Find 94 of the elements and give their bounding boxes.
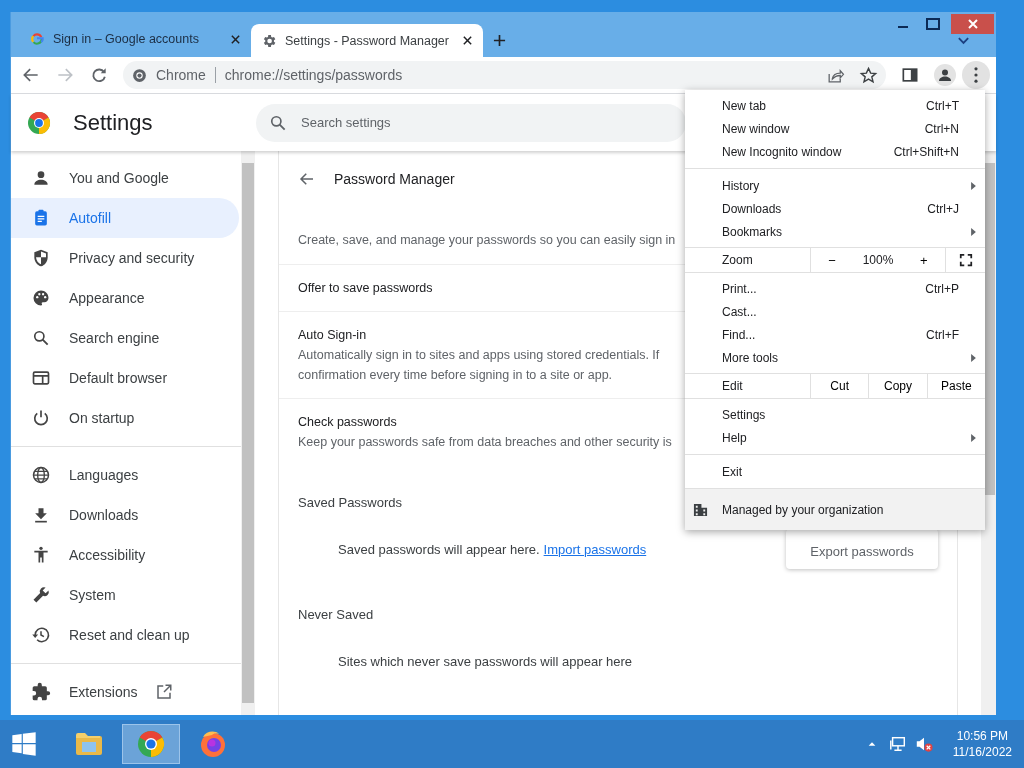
- menu-item[interactable]: Help: [685, 426, 985, 449]
- close-icon[interactable]: [462, 35, 473, 46]
- menu-item[interactable]: Find... Ctrl+F: [685, 323, 985, 346]
- setting-description: Automatically sign in to sites and apps using stored credentials. If: [298, 348, 660, 362]
- chrome-logo-icon: [27, 110, 51, 135]
- start-icon[interactable]: [10, 730, 38, 758]
- browser-window-icon: [31, 368, 51, 388]
- browser-tab[interactable]: Settings - Password Manager: [251, 24, 483, 57]
- clock[interactable]: 10:56 PM 11/16/2022: [940, 728, 1024, 760]
- address-bar[interactable]: Chrome chrome://settings/passwords: [123, 61, 886, 89]
- menu-item[interactable]: Bookmarks: [685, 220, 985, 243]
- star-icon[interactable]: [859, 65, 878, 85]
- export-button[interactable]: Export passwords: [786, 529, 938, 569]
- menu-label: Zoom: [721, 252, 754, 269]
- menu-button[interactable]: [962, 61, 990, 89]
- wrench-icon: [31, 585, 51, 605]
- menu-item[interactable]: New Incognito window Ctrl+Shift+N: [685, 140, 985, 163]
- menu-item[interactable]: Print... Ctrl+P: [685, 277, 985, 300]
- sidebar-item[interactable]: Accessibility: [11, 535, 239, 575]
- back-arrow-icon[interactable]: [298, 170, 316, 188]
- setting-description: Keep your passwords safe from data breaches and other security is: [298, 435, 672, 449]
- palette-icon: [31, 288, 51, 308]
- submenu-arrow-icon: [971, 182, 976, 190]
- empty-message: Sites which never save passwords will appear here: [338, 654, 633, 669]
- submenu-arrow-icon: [971, 228, 976, 236]
- setting-label: Auto Sign-in: [298, 328, 367, 342]
- volume-muted-icon[interactable]: [914, 735, 933, 753]
- taskbar-app[interactable]: [122, 724, 180, 764]
- sidebar-item[interactable]: Languages: [11, 455, 239, 495]
- search-field[interactable]: Search settings: [256, 103, 686, 142]
- globe-icon: [31, 465, 51, 485]
- setting-label: Check passwords: [298, 415, 397, 429]
- edit-button[interactable]: Paste: [926, 374, 985, 398]
- section-title: Password Manager: [334, 171, 455, 187]
- power-icon: [31, 408, 51, 428]
- network-icon[interactable]: [888, 735, 907, 753]
- sidebar-item[interactable]: Search engine: [11, 318, 239, 358]
- sidebar-item[interactable]: Downloads: [11, 495, 239, 535]
- setting-label: Offer to save passwords: [298, 281, 433, 295]
- menu-item[interactable]: New window Ctrl+N: [685, 117, 985, 140]
- close-icon: [966, 18, 979, 30]
- section-heading: Never Saved: [298, 607, 374, 622]
- menu-item[interactable]: Cast...: [685, 300, 985, 323]
- managed-notice[interactable]: Managed by your organization: [685, 488, 985, 530]
- setting-description: confirmation every time before signing in to a site or app.: [298, 368, 613, 382]
- description-text: Create, save, and manage your passwords so you can easily sign in: [298, 233, 676, 247]
- menu-item[interactable]: Settings: [685, 403, 985, 426]
- page-title: Settings: [73, 109, 154, 136]
- empty-message: Saved passwords will appear here.: [338, 542, 540, 557]
- close-icon[interactable]: [230, 33, 241, 45]
- gear-icon: [261, 32, 277, 49]
- fullscreen-icon[interactable]: [958, 253, 973, 267]
- time-text: 10:56 PM: [956, 728, 1009, 744]
- person-icon: [936, 66, 954, 84]
- menu-item[interactable]: New tab Ctrl+T: [685, 94, 985, 117]
- menu-label: Edit: [721, 378, 744, 395]
- chrome-icon: [135, 728, 167, 760]
- zoom-level: 100%: [862, 253, 894, 267]
- sidebar-item[interactable]: Default browser: [11, 358, 239, 398]
- chrome-icon: [131, 66, 148, 84]
- section-heading: Saved Passwords: [298, 495, 403, 510]
- search-icon: [31, 328, 51, 348]
- sidebar-item[interactable]: Privacy and security: [11, 238, 239, 278]
- menu-item[interactable]: Downloads Ctrl+J: [685, 197, 985, 220]
- colored-ring-icon: [29, 31, 45, 47]
- history-icon: [31, 625, 51, 645]
- building-icon: [693, 502, 708, 517]
- close-window-button[interactable]: [951, 14, 994, 34]
- menu-item[interactable]: History: [685, 174, 985, 197]
- sidebar-item[interactable]: System: [11, 575, 239, 615]
- browser-tab[interactable]: Sign in – Google accounts: [19, 24, 251, 54]
- accessibility-icon: [31, 545, 51, 565]
- zoom-out-button[interactable]: −: [820, 252, 844, 268]
- scrollbar[interactable]: [241, 151, 255, 715]
- submenu-arrow-icon: [971, 354, 976, 362]
- date-text: 11/16/2022: [952, 744, 1012, 760]
- sidebar-item[interactable]: Reset and clean up: [11, 615, 239, 655]
- sidebar-item[interactable]: You and Google: [11, 158, 239, 198]
- menu-item[interactable]: More tools: [685, 346, 985, 369]
- sidebar-item[interactable]: Autofill: [11, 198, 239, 238]
- shield-icon: [31, 248, 51, 268]
- submenu-arrow-icon: [971, 434, 976, 442]
- zoom-in-button[interactable]: +: [912, 252, 936, 268]
- sidebar-item[interactable]: Appearance: [11, 278, 239, 318]
- person-icon: [31, 168, 51, 188]
- profile-button[interactable]: [934, 64, 956, 86]
- new-tab-icon[interactable]: [493, 34, 506, 47]
- sidebar-item[interactable]: On startup: [11, 398, 239, 438]
- more-icon: [974, 67, 978, 83]
- chevron-down-icon[interactable]: [957, 36, 970, 46]
- puzzle-icon: [31, 682, 51, 702]
- menu-item[interactable]: Exit: [685, 460, 985, 483]
- import-link[interactable]: Import passwords: [543, 542, 647, 557]
- sidebar-item[interactable]: Extensions: [11, 672, 239, 712]
